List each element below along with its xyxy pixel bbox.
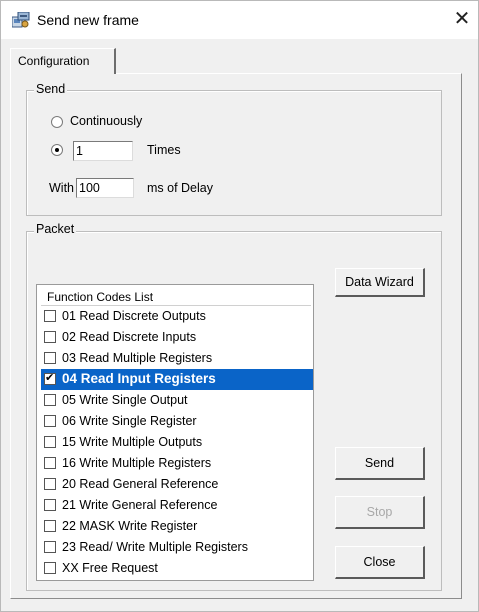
item-label: 20 Read General Reference bbox=[62, 477, 219, 491]
item-label: 15 Write Multiple Outputs bbox=[62, 435, 203, 449]
delay-label: ms of Delay bbox=[147, 181, 213, 195]
continuously-radio[interactable] bbox=[51, 116, 63, 128]
item-checkbox[interactable] bbox=[44, 520, 56, 532]
list-item[interactable]: 03 Read Multiple Registers bbox=[41, 348, 313, 369]
function-codes-list[interactable]: Function Codes List 01 Read Discrete Out… bbox=[36, 284, 314, 581]
send-button[interactable]: Send bbox=[335, 447, 425, 480]
item-checkbox[interactable] bbox=[44, 562, 56, 574]
list-item[interactable]: 05 Write Single Output bbox=[41, 390, 313, 411]
item-checkbox[interactable] bbox=[44, 352, 56, 364]
times-radio[interactable] bbox=[51, 144, 63, 156]
item-checkbox[interactable] bbox=[44, 436, 56, 448]
item-label: 23 Read/ Write Multiple Registers bbox=[62, 540, 248, 554]
item-label: 03 Read Multiple Registers bbox=[62, 351, 213, 365]
tab-configuration-label: Configuration bbox=[18, 54, 90, 68]
list-header-label: Function Codes List bbox=[47, 290, 154, 304]
close-window-icon[interactable]: ✕ bbox=[450, 7, 474, 31]
item-label: 22 MASK Write Register bbox=[62, 519, 198, 533]
close-button[interactable]: Close bbox=[335, 546, 425, 579]
item-label: 02 Read Discrete Inputs bbox=[62, 330, 197, 344]
item-checkbox[interactable] bbox=[44, 478, 56, 490]
item-label: 05 Write Single Output bbox=[62, 393, 188, 407]
list-item[interactable]: 23 Read/ Write Multiple Registers bbox=[41, 537, 313, 558]
title-bar: Send new frame ✕ bbox=[1, 1, 478, 39]
list-item[interactable]: 15 Write Multiple Outputs bbox=[41, 432, 313, 453]
list-item[interactable]: 06 Write Single Register bbox=[41, 411, 313, 432]
send-new-frame-dialog: Send new frame ✕ Configuration Send Cont… bbox=[0, 0, 479, 612]
list-item[interactable]: XX Free Request bbox=[41, 558, 313, 579]
data-wizard-button[interactable]: Data Wizard bbox=[335, 268, 425, 297]
list-item[interactable]: 01 Read Discrete Outputs bbox=[41, 306, 313, 327]
with-label: With bbox=[49, 181, 74, 195]
times-input[interactable] bbox=[73, 141, 133, 161]
app-icon bbox=[11, 11, 30, 28]
item-checkbox[interactable] bbox=[44, 331, 56, 343]
item-checkbox[interactable] bbox=[44, 541, 56, 553]
list-item[interactable]: 04 Read Input Registers bbox=[41, 369, 313, 390]
item-checkbox[interactable] bbox=[44, 394, 56, 406]
item-label: XX Free Request bbox=[62, 561, 158, 575]
times-label: Times bbox=[147, 143, 181, 157]
item-checkbox[interactable] bbox=[44, 457, 56, 469]
list-item[interactable]: 22 MASK Write Register bbox=[41, 516, 313, 537]
item-label: 01 Read Discrete Outputs bbox=[62, 309, 206, 323]
item-checkbox[interactable] bbox=[44, 415, 56, 427]
delay-input[interactable] bbox=[76, 178, 134, 198]
stop-button[interactable]: Stop bbox=[335, 496, 425, 529]
window-title: Send new frame bbox=[37, 12, 139, 28]
item-label: 06 Write Single Register bbox=[62, 414, 197, 428]
continuously-label: Continuously bbox=[70, 114, 143, 128]
list-item[interactable]: 16 Write Multiple Registers bbox=[41, 453, 313, 474]
item-checkbox[interactable] bbox=[44, 499, 56, 511]
list-item[interactable]: 21 Write General Reference bbox=[41, 495, 313, 516]
list-item[interactable]: 20 Read General Reference bbox=[41, 474, 313, 495]
item-checkbox[interactable] bbox=[44, 371, 56, 385]
item-label: 04 Read Input Registers bbox=[62, 371, 216, 386]
send-group-legend: Send bbox=[34, 82, 68, 96]
item-checkbox[interactable] bbox=[44, 310, 56, 322]
packet-group-legend: Packet bbox=[34, 222, 77, 236]
item-label: 21 Write General Reference bbox=[62, 498, 218, 512]
list-item[interactable]: 02 Read Discrete Inputs bbox=[41, 327, 313, 348]
list-header: Function Codes List bbox=[41, 287, 311, 306]
item-label: 16 Write Multiple Registers bbox=[62, 456, 212, 470]
tab-configuration[interactable]: Configuration bbox=[10, 48, 116, 74]
